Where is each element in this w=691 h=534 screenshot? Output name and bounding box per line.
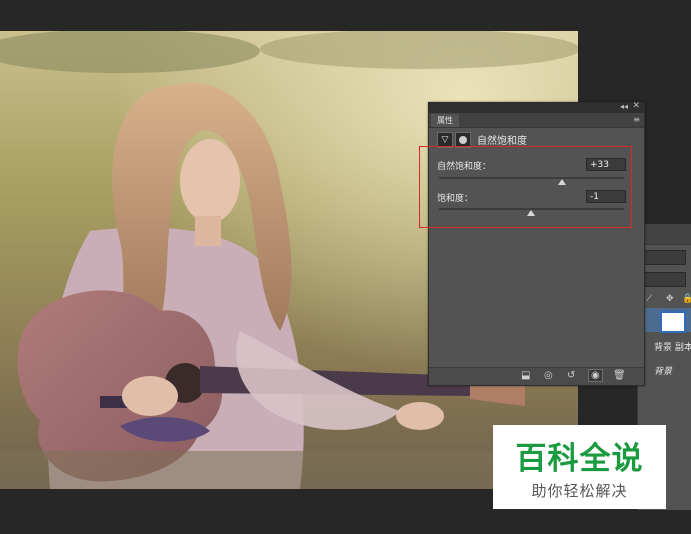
blend-mode-select[interactable]: [644, 272, 686, 287]
properties-footer: ⬓ ◎ ↺ ◉ 🗑: [429, 367, 644, 385]
layer-row-background[interactable]: 背景: [654, 364, 691, 377]
layer-mask-thumbnail[interactable]: [660, 311, 686, 333]
properties-titlebar[interactable]: ◂◂ ✕: [429, 101, 644, 113]
properties-panel: ◂◂ ✕ 属性 ≡ ▽ 自然饱和度 自然饱和度： +33 饱和度： -1 ⬓ ◎…: [428, 101, 645, 386]
properties-tabbar: 属性 ≡: [429, 113, 644, 128]
layers-panel-tabs: [638, 224, 691, 245]
layer-name: 背景: [654, 367, 673, 377]
watermark-title: 百科全说: [515, 441, 644, 477]
layer-row-background-copy[interactable]: 背景 副本: [654, 340, 691, 353]
layer-name: 背景 副本: [654, 343, 691, 353]
lock-all-icon[interactable]: 🔒: [682, 294, 691, 304]
watermark-subtitle: 助你轻松解决: [531, 482, 628, 500]
lock-pixels-icon[interactable]: ⟋: [646, 294, 652, 304]
reset-icon[interactable]: ↺: [567, 370, 575, 381]
visibility-eye-icon[interactable]: ◉: [588, 369, 603, 382]
lock-position-icon[interactable]: ✥: [666, 294, 674, 304]
close-icon[interactable]: ✕: [632, 101, 640, 111]
layer-filter-select[interactable]: [644, 250, 686, 265]
adjustment-title: 自然饱和度: [477, 136, 527, 147]
panel-menu-icon[interactable]: ≡: [633, 115, 640, 124]
collapse-icon[interactable]: ◂◂: [620, 102, 628, 111]
highlight-annotation-box: [419, 146, 632, 228]
clip-to-layer-icon[interactable]: ⬓: [521, 370, 530, 381]
view-previous-state-icon[interactable]: ◎: [544, 370, 553, 381]
tab-properties[interactable]: 属性: [431, 114, 459, 127]
watermark-logo: 百科全说 助你轻松解决: [493, 425, 666, 509]
trash-icon[interactable]: 🗑: [613, 370, 626, 381]
